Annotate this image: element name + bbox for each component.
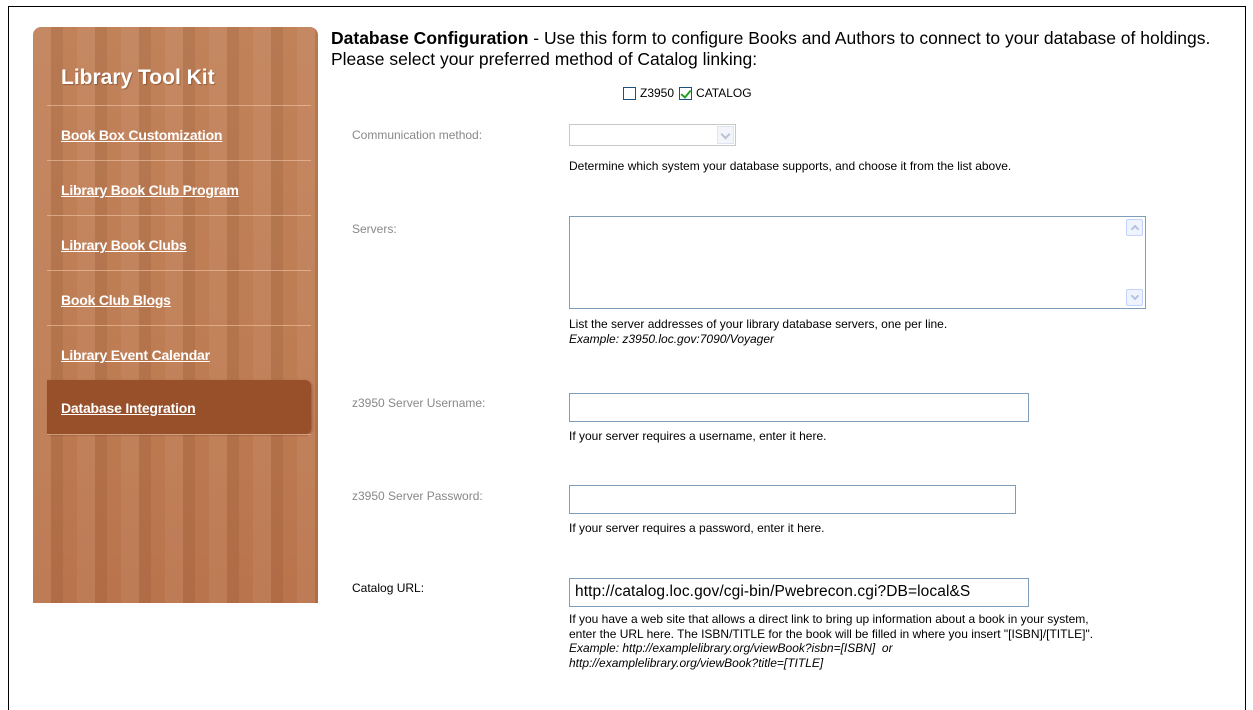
page-title: Database Configuration bbox=[331, 28, 529, 48]
catalog-url-help-line: enter the URL here. The ISBN/TITLE for t… bbox=[569, 626, 1094, 641]
password-help: If your server requires a password, ente… bbox=[569, 521, 825, 535]
catalog-url-example: Example: http://examplelibrary.org/viewB… bbox=[569, 641, 893, 655]
sidebar-item-label[interactable]: Book Club Blogs bbox=[61, 292, 171, 308]
communication-method-select[interactable] bbox=[569, 124, 736, 146]
catalog-url-help: If you have a web site that allows a dir… bbox=[569, 612, 1093, 670]
servers-label: Servers: bbox=[352, 222, 397, 236]
username-input[interactable] bbox=[569, 393, 1029, 422]
catalog-url-help-line: If you have a web site that allows a dir… bbox=[569, 612, 1089, 626]
sidebar-item-label[interactable]: Book Box Customization bbox=[61, 127, 222, 143]
sidebar-item-library-event-calendar[interactable]: Library Event Calendar bbox=[47, 325, 311, 380]
sidebar-divider bbox=[47, 434, 311, 435]
z3950-checkbox-label: Z3950 bbox=[640, 86, 675, 100]
sidebar-item-label[interactable]: Library Book Clubs bbox=[61, 237, 187, 253]
catalog-checkbox[interactable] bbox=[679, 86, 693, 100]
linking-method-options: Z3950 CATALOG bbox=[623, 84, 752, 102]
scroll-down-arrow-icon[interactable] bbox=[1126, 289, 1143, 306]
sidebar-item-library-book-club-program[interactable]: Library Book Club Program bbox=[47, 160, 311, 215]
username-help: If your server requires a username, ente… bbox=[569, 429, 827, 443]
sidebar-title: Library Tool Kit bbox=[61, 66, 215, 89]
communication-method-label: Communication method: bbox=[352, 128, 483, 142]
sidebar-item-book-club-blogs[interactable]: Book Club Blogs bbox=[47, 270, 311, 325]
page-intro: Database Configuration - Use this form t… bbox=[331, 28, 1211, 70]
catalog-url-input[interactable]: http://catalog.loc.gov/cgi-bin/Pwebrecon… bbox=[569, 578, 1029, 607]
catalog-url-label: Catalog URL: bbox=[352, 581, 425, 595]
sidebar-item-database-integration[interactable]: Database Integration bbox=[47, 380, 311, 434]
catalog-checkbox-label: CATALOG bbox=[696, 86, 752, 100]
sidebar-item-book-box-customization[interactable]: Book Box Customization bbox=[47, 105, 311, 160]
servers-help: List the server addresses of your librar… bbox=[569, 317, 947, 346]
servers-help-text: List the server addresses of your librar… bbox=[569, 317, 948, 331]
scroll-up-arrow-icon[interactable] bbox=[1126, 219, 1143, 236]
communication-method-help: Determine which system your database sup… bbox=[569, 159, 1012, 173]
sidebar-item-library-book-clubs[interactable]: Library Book Clubs bbox=[47, 215, 311, 270]
catalog-url-example: http://examplelibrary.org/viewBook?title… bbox=[569, 655, 824, 670]
username-label: z3950 Server Username: bbox=[352, 396, 486, 410]
z3950-checkbox[interactable] bbox=[623, 86, 636, 100]
sidebar-item-label[interactable]: Library Book Club Program bbox=[61, 182, 239, 198]
sidebar-item-label[interactable]: Database Integration bbox=[61, 400, 196, 416]
password-input[interactable] bbox=[569, 485, 1016, 514]
chevron-down-icon[interactable] bbox=[717, 126, 734, 144]
servers-textarea[interactable] bbox=[569, 216, 1146, 309]
servers-example: Example: z3950.loc.gov:7090/Voyager bbox=[569, 331, 775, 346]
password-label: z3950 Server Password: bbox=[352, 489, 483, 503]
sidebar-item-label[interactable]: Library Event Calendar bbox=[61, 347, 210, 363]
